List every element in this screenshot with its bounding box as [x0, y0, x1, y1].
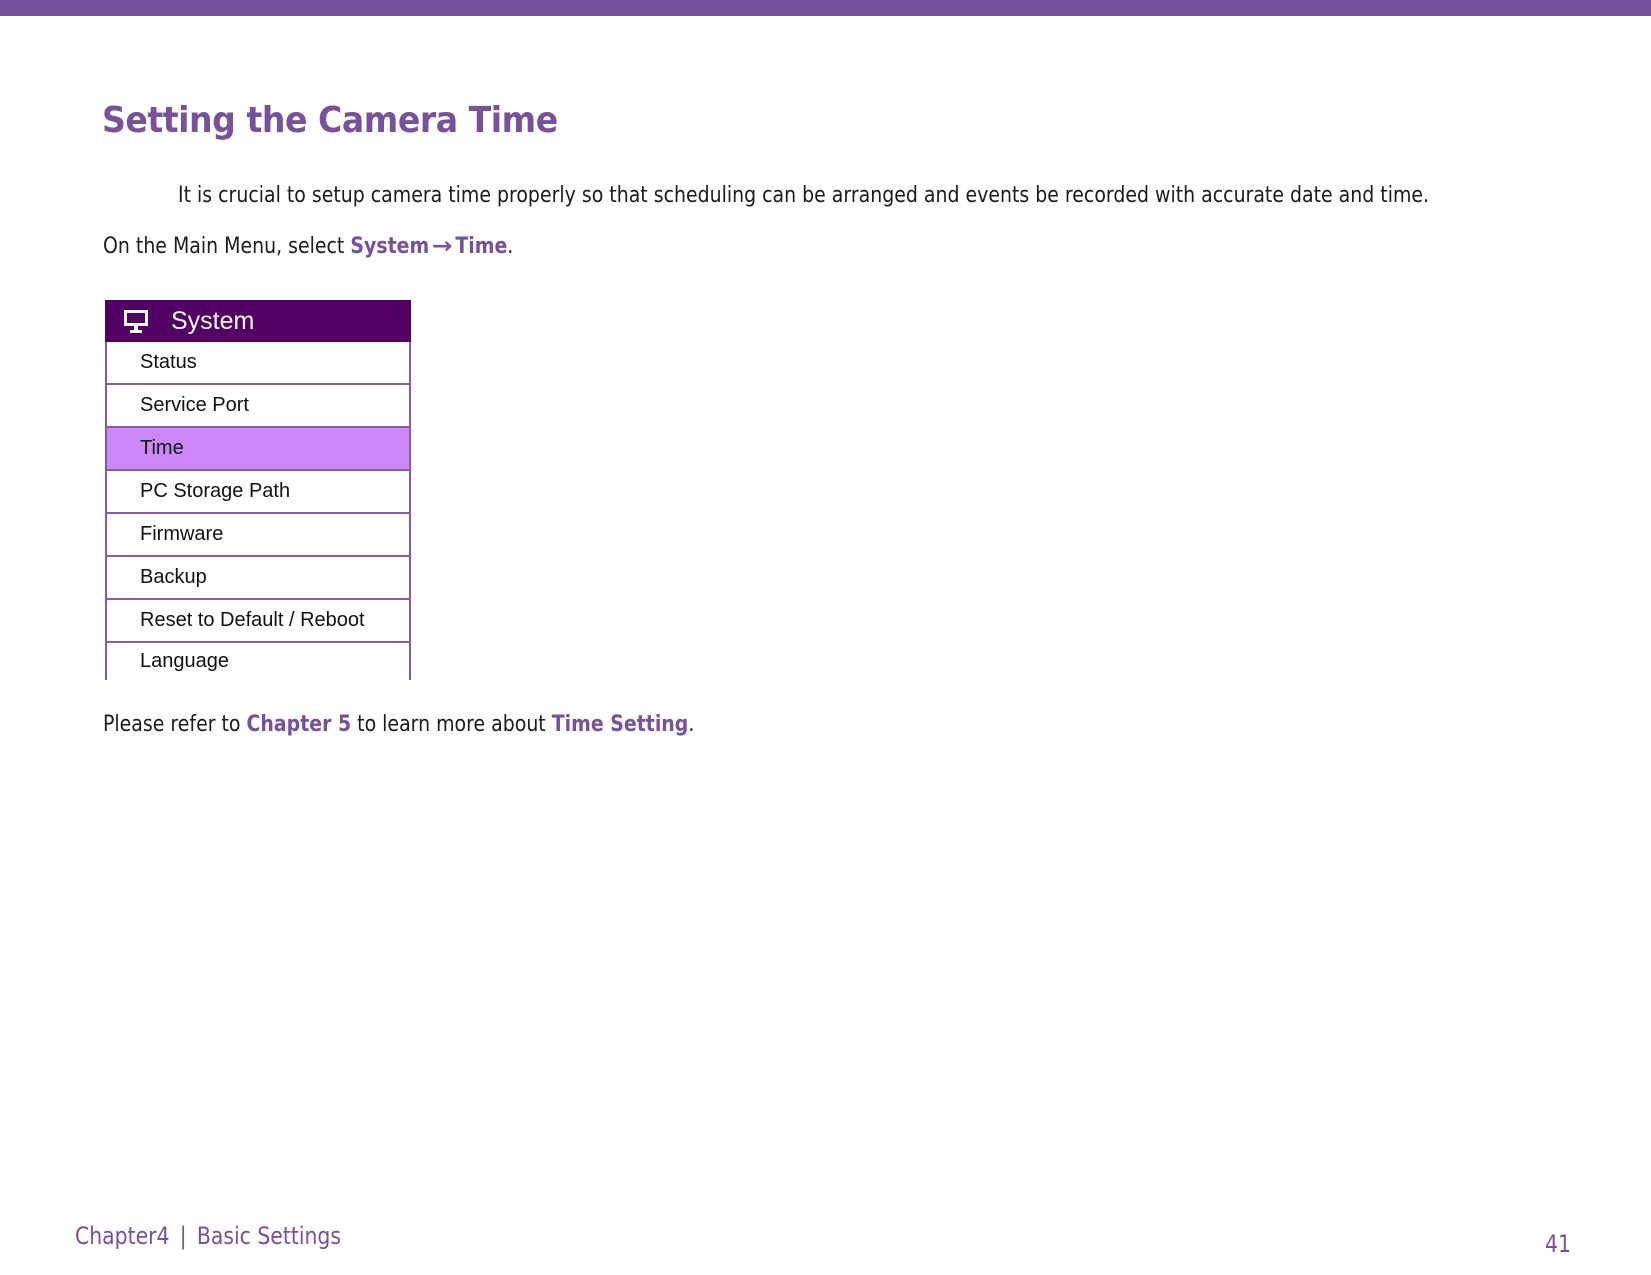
system-menu-title: System — [171, 306, 255, 335]
reference-middle: to learn more about — [351, 712, 552, 737]
menu-item-language[interactable]: Language — [105, 643, 411, 680]
footer-chapter: Chapter4 — [75, 1222, 170, 1250]
reference-prefix: Please refer to — [103, 712, 247, 737]
system-menu-header[interactable]: System — [105, 300, 411, 342]
menu-item-time[interactable]: Time — [105, 428, 411, 471]
menu-item-service-port[interactable]: Service Port — [105, 385, 411, 428]
instruction-suffix: . — [507, 234, 514, 259]
reference-suffix: . — [688, 712, 695, 737]
page-title: Setting the Camera Time — [102, 100, 558, 141]
time-setting-link[interactable]: Time Setting — [552, 712, 689, 737]
chapter-5-link[interactable]: Chapter 5 — [247, 712, 352, 737]
arrow-right-icon: → — [431, 234, 453, 259]
reference-paragraph: Please refer to Chapter 5 to learn more … — [103, 712, 694, 737]
menu-item-pc-storage-path[interactable]: PC Storage Path — [105, 471, 411, 514]
menu-item-backup[interactable]: Backup — [105, 557, 411, 600]
top-accent-bar — [0, 0, 1651, 16]
monitor-icon — [123, 308, 149, 334]
instruction-prefix: On the Main Menu, select — [103, 234, 351, 259]
menu-path-time: Time — [455, 234, 508, 259]
intro-paragraph: It is crucial to setup camera time prope… — [178, 183, 1430, 208]
system-menu: System Status Service Port Time PC Stora… — [105, 300, 411, 680]
footer-section: Basic Settings — [196, 1222, 341, 1250]
footer-separator: | — [179, 1222, 187, 1250]
menu-path-system: System — [350, 234, 430, 259]
instruction-paragraph: On the Main Menu, select System → Time. — [103, 234, 513, 259]
menu-item-status[interactable]: Status — [105, 342, 411, 385]
footer-chapter-label: Chapter4 | Basic Settings — [75, 1222, 341, 1250]
menu-item-reset-reboot[interactable]: Reset to Default / Reboot — [105, 600, 411, 643]
page-number: 41 — [1545, 1230, 1571, 1258]
menu-item-firmware[interactable]: Firmware — [105, 514, 411, 557]
